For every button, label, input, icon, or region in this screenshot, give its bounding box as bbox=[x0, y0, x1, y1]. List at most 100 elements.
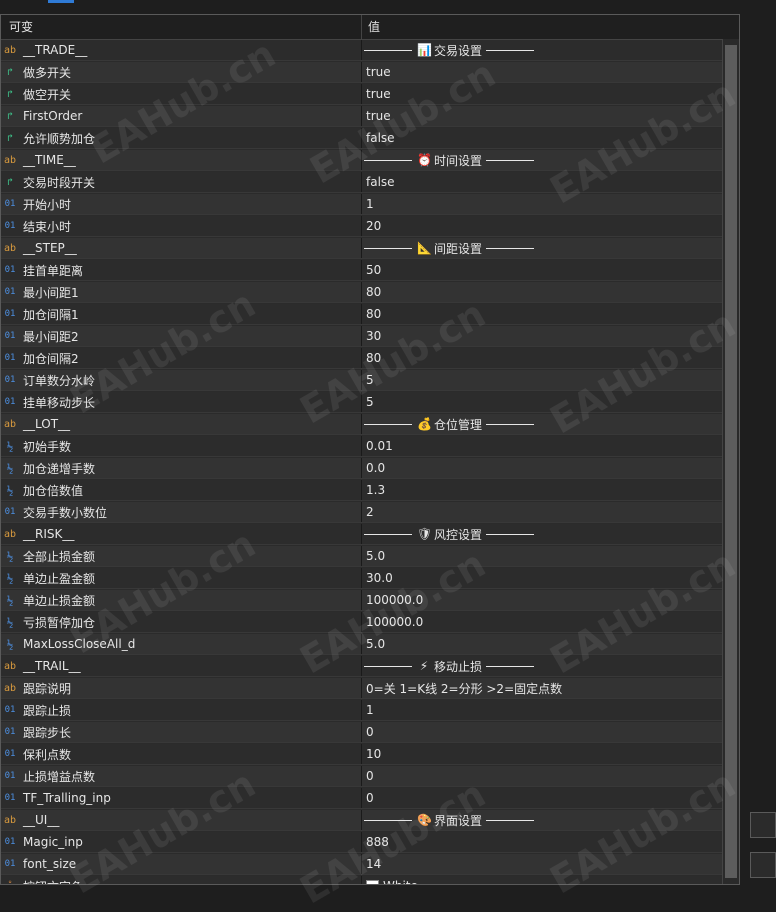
param-row[interactable]: 01 最小间距1 80 bbox=[1, 282, 739, 303]
param-value-cell[interactable]: 14 bbox=[362, 854, 721, 874]
param-value[interactable]: true bbox=[366, 109, 391, 123]
param-row[interactable]: 01 加仓间隔1 80 bbox=[1, 304, 739, 325]
param-value[interactable]: false bbox=[366, 175, 395, 189]
param-row[interactable]: 01 Magic_inp 888 bbox=[1, 832, 739, 853]
param-value[interactable]: 80 bbox=[366, 285, 381, 299]
param-value[interactable]: 5.0 bbox=[366, 637, 385, 651]
param-value[interactable]: 1 bbox=[366, 197, 374, 211]
param-row[interactable]: 01 交易手数小数位 2 bbox=[1, 502, 739, 523]
param-value[interactable]: 5 bbox=[366, 373, 374, 387]
param-row[interactable]: ½ 亏损暂停加仓 100000.0 bbox=[1, 612, 739, 633]
param-value[interactable]: 0=关 1=K线 2=分形 >2=固定点数 bbox=[366, 680, 562, 697]
param-row[interactable]: ab __RISK__ 🛡 风控设置 bbox=[1, 524, 739, 545]
param-row[interactable]: ½ 单边止损金额 100000.0 bbox=[1, 590, 739, 611]
param-value-cell[interactable]: 50 bbox=[362, 260, 721, 280]
param-row[interactable]: ab __UI__ 🎨 界面设置 bbox=[1, 810, 739, 831]
param-value-cell[interactable]: 80 bbox=[362, 304, 721, 324]
param-value[interactable]: 20 bbox=[366, 219, 381, 233]
param-value-cell[interactable]: 💰 仓位管理 bbox=[362, 414, 721, 434]
param-value[interactable]: true bbox=[366, 65, 391, 79]
param-row[interactable]: ab 跟踪说明 0=关 1=K线 2=分形 >2=固定点数 bbox=[1, 678, 739, 699]
param-row[interactable]: 01 挂单移动步长 5 bbox=[1, 392, 739, 413]
param-row[interactable]: ↱ 做多开关 true bbox=[1, 62, 739, 83]
param-row[interactable]: 01 订单数分水岭 5 bbox=[1, 370, 739, 391]
param-row[interactable]: ½ 加仓倍数值 1.3 bbox=[1, 480, 739, 501]
param-value[interactable]: 1 bbox=[366, 703, 374, 717]
param-value[interactable]: 0 bbox=[366, 791, 374, 805]
param-row[interactable]: ½ 单边止盈金额 30.0 bbox=[1, 568, 739, 589]
param-value[interactable]: White bbox=[383, 879, 418, 884]
param-value-cell[interactable]: 80 bbox=[362, 282, 721, 302]
header-variable[interactable]: 可变 bbox=[1, 15, 362, 39]
param-row[interactable]: ab __TIME__ ⏰ 时间设置 bbox=[1, 150, 739, 171]
param-value-cell[interactable]: 100000.0 bbox=[362, 612, 721, 632]
param-value-cell[interactable]: 5.0 bbox=[362, 634, 721, 654]
param-row[interactable]: 01 跟踪步长 0 bbox=[1, 722, 739, 743]
param-row[interactable]: ab __TRAIL__ ⚡ 移动止损 bbox=[1, 656, 739, 677]
param-value-cell[interactable]: 5 bbox=[362, 370, 721, 390]
param-value[interactable]: 14 bbox=[366, 857, 381, 871]
param-row[interactable]: ab __STEP__ 📐 间距设置 bbox=[1, 238, 739, 259]
param-value-cell[interactable]: 2 bbox=[362, 502, 721, 522]
param-row[interactable]: ½ 加仓递增手数 0.0 bbox=[1, 458, 739, 479]
param-value-cell[interactable]: 🛡 风控设置 bbox=[362, 524, 721, 544]
param-value-cell[interactable]: White bbox=[362, 876, 721, 884]
param-value-cell[interactable]: true bbox=[362, 84, 721, 104]
param-value-cell[interactable]: 30.0 bbox=[362, 568, 721, 588]
param-value-cell[interactable]: 100000.0 bbox=[362, 590, 721, 610]
param-value[interactable]: 30 bbox=[366, 329, 381, 343]
param-row[interactable]: ab __LOT__ 💰 仓位管理 bbox=[1, 414, 739, 435]
side-button-1[interactable] bbox=[750, 812, 776, 838]
param-value-cell[interactable]: false bbox=[362, 128, 721, 148]
param-value-cell[interactable]: ⏰ 时间设置 bbox=[362, 150, 721, 170]
param-value-cell[interactable]: 80 bbox=[362, 348, 721, 368]
param-value-cell[interactable]: 📊 交易设置 bbox=[362, 40, 721, 60]
param-value-cell[interactable]: 5.0 bbox=[362, 546, 721, 566]
param-value-cell[interactable]: false bbox=[362, 172, 721, 192]
param-row[interactable]: ↱ 交易时段开关 false bbox=[1, 172, 739, 193]
param-value-cell[interactable]: 0 bbox=[362, 722, 721, 742]
scroll-thumb[interactable] bbox=[725, 45, 737, 878]
param-row[interactable]: 01 结束小时 20 bbox=[1, 216, 739, 237]
param-value-cell[interactable]: 0=关 1=K线 2=分形 >2=固定点数 bbox=[362, 678, 721, 698]
param-value-cell[interactable]: 888 bbox=[362, 832, 721, 852]
param-row[interactable]: 01 TF_Tralling_inp 0 bbox=[1, 788, 739, 809]
param-value-cell[interactable]: 30 bbox=[362, 326, 721, 346]
param-row[interactable]: ↱ FirstOrder true bbox=[1, 106, 739, 127]
param-row[interactable]: ab __TRADE__ 📊 交易设置 bbox=[1, 40, 739, 61]
param-value[interactable]: 888 bbox=[366, 835, 389, 849]
param-row[interactable]: 01 开始小时 1 bbox=[1, 194, 739, 215]
param-row[interactable]: ½ 初始手数 0.01 bbox=[1, 436, 739, 457]
header-value[interactable]: 值 bbox=[362, 15, 739, 39]
param-row[interactable]: 01 最小间距2 30 bbox=[1, 326, 739, 347]
param-row[interactable]: ½ 全部止损金额 5.0 bbox=[1, 546, 739, 567]
param-value-cell[interactable]: 1 bbox=[362, 700, 721, 720]
param-value[interactable]: false bbox=[366, 131, 395, 145]
param-row[interactable]: 01 加仓间隔2 80 bbox=[1, 348, 739, 369]
param-value[interactable]: 5.0 bbox=[366, 549, 385, 563]
param-row[interactable]: ↱ 做空开关 true bbox=[1, 84, 739, 105]
param-value-cell[interactable]: 1 bbox=[362, 194, 721, 214]
param-value[interactable]: 2 bbox=[366, 505, 374, 519]
param-value[interactable]: true bbox=[366, 87, 391, 101]
param-value[interactable]: 0.01 bbox=[366, 439, 393, 453]
vertical-scrollbar[interactable] bbox=[722, 39, 739, 884]
param-value[interactable]: 0 bbox=[366, 769, 374, 783]
param-value-cell[interactable]: ⚡ 移动止损 bbox=[362, 656, 721, 676]
param-value-cell[interactable]: 0.0 bbox=[362, 458, 721, 478]
param-value[interactable]: 5 bbox=[366, 395, 374, 409]
param-value-cell[interactable]: true bbox=[362, 106, 721, 126]
param-value-cell[interactable]: 10 bbox=[362, 744, 721, 764]
side-button-2[interactable] bbox=[750, 852, 776, 878]
param-row[interactable]: 01 保利点数 10 bbox=[1, 744, 739, 765]
param-value[interactable]: 30.0 bbox=[366, 571, 393, 585]
param-value-cell[interactable]: 1.3 bbox=[362, 480, 721, 500]
param-value-cell[interactable]: true bbox=[362, 62, 721, 82]
param-value-cell[interactable]: 0 bbox=[362, 766, 721, 786]
param-row[interactable]: 01 font_size 14 bbox=[1, 854, 739, 875]
param-value-cell[interactable]: 🎨 界面设置 bbox=[362, 810, 721, 830]
param-value-cell[interactable]: 5 bbox=[362, 392, 721, 412]
param-value[interactable]: 1.3 bbox=[366, 483, 385, 497]
param-row[interactable]: ஃ 按钮文字色 White bbox=[1, 876, 739, 884]
param-value[interactable]: 10 bbox=[366, 747, 381, 761]
